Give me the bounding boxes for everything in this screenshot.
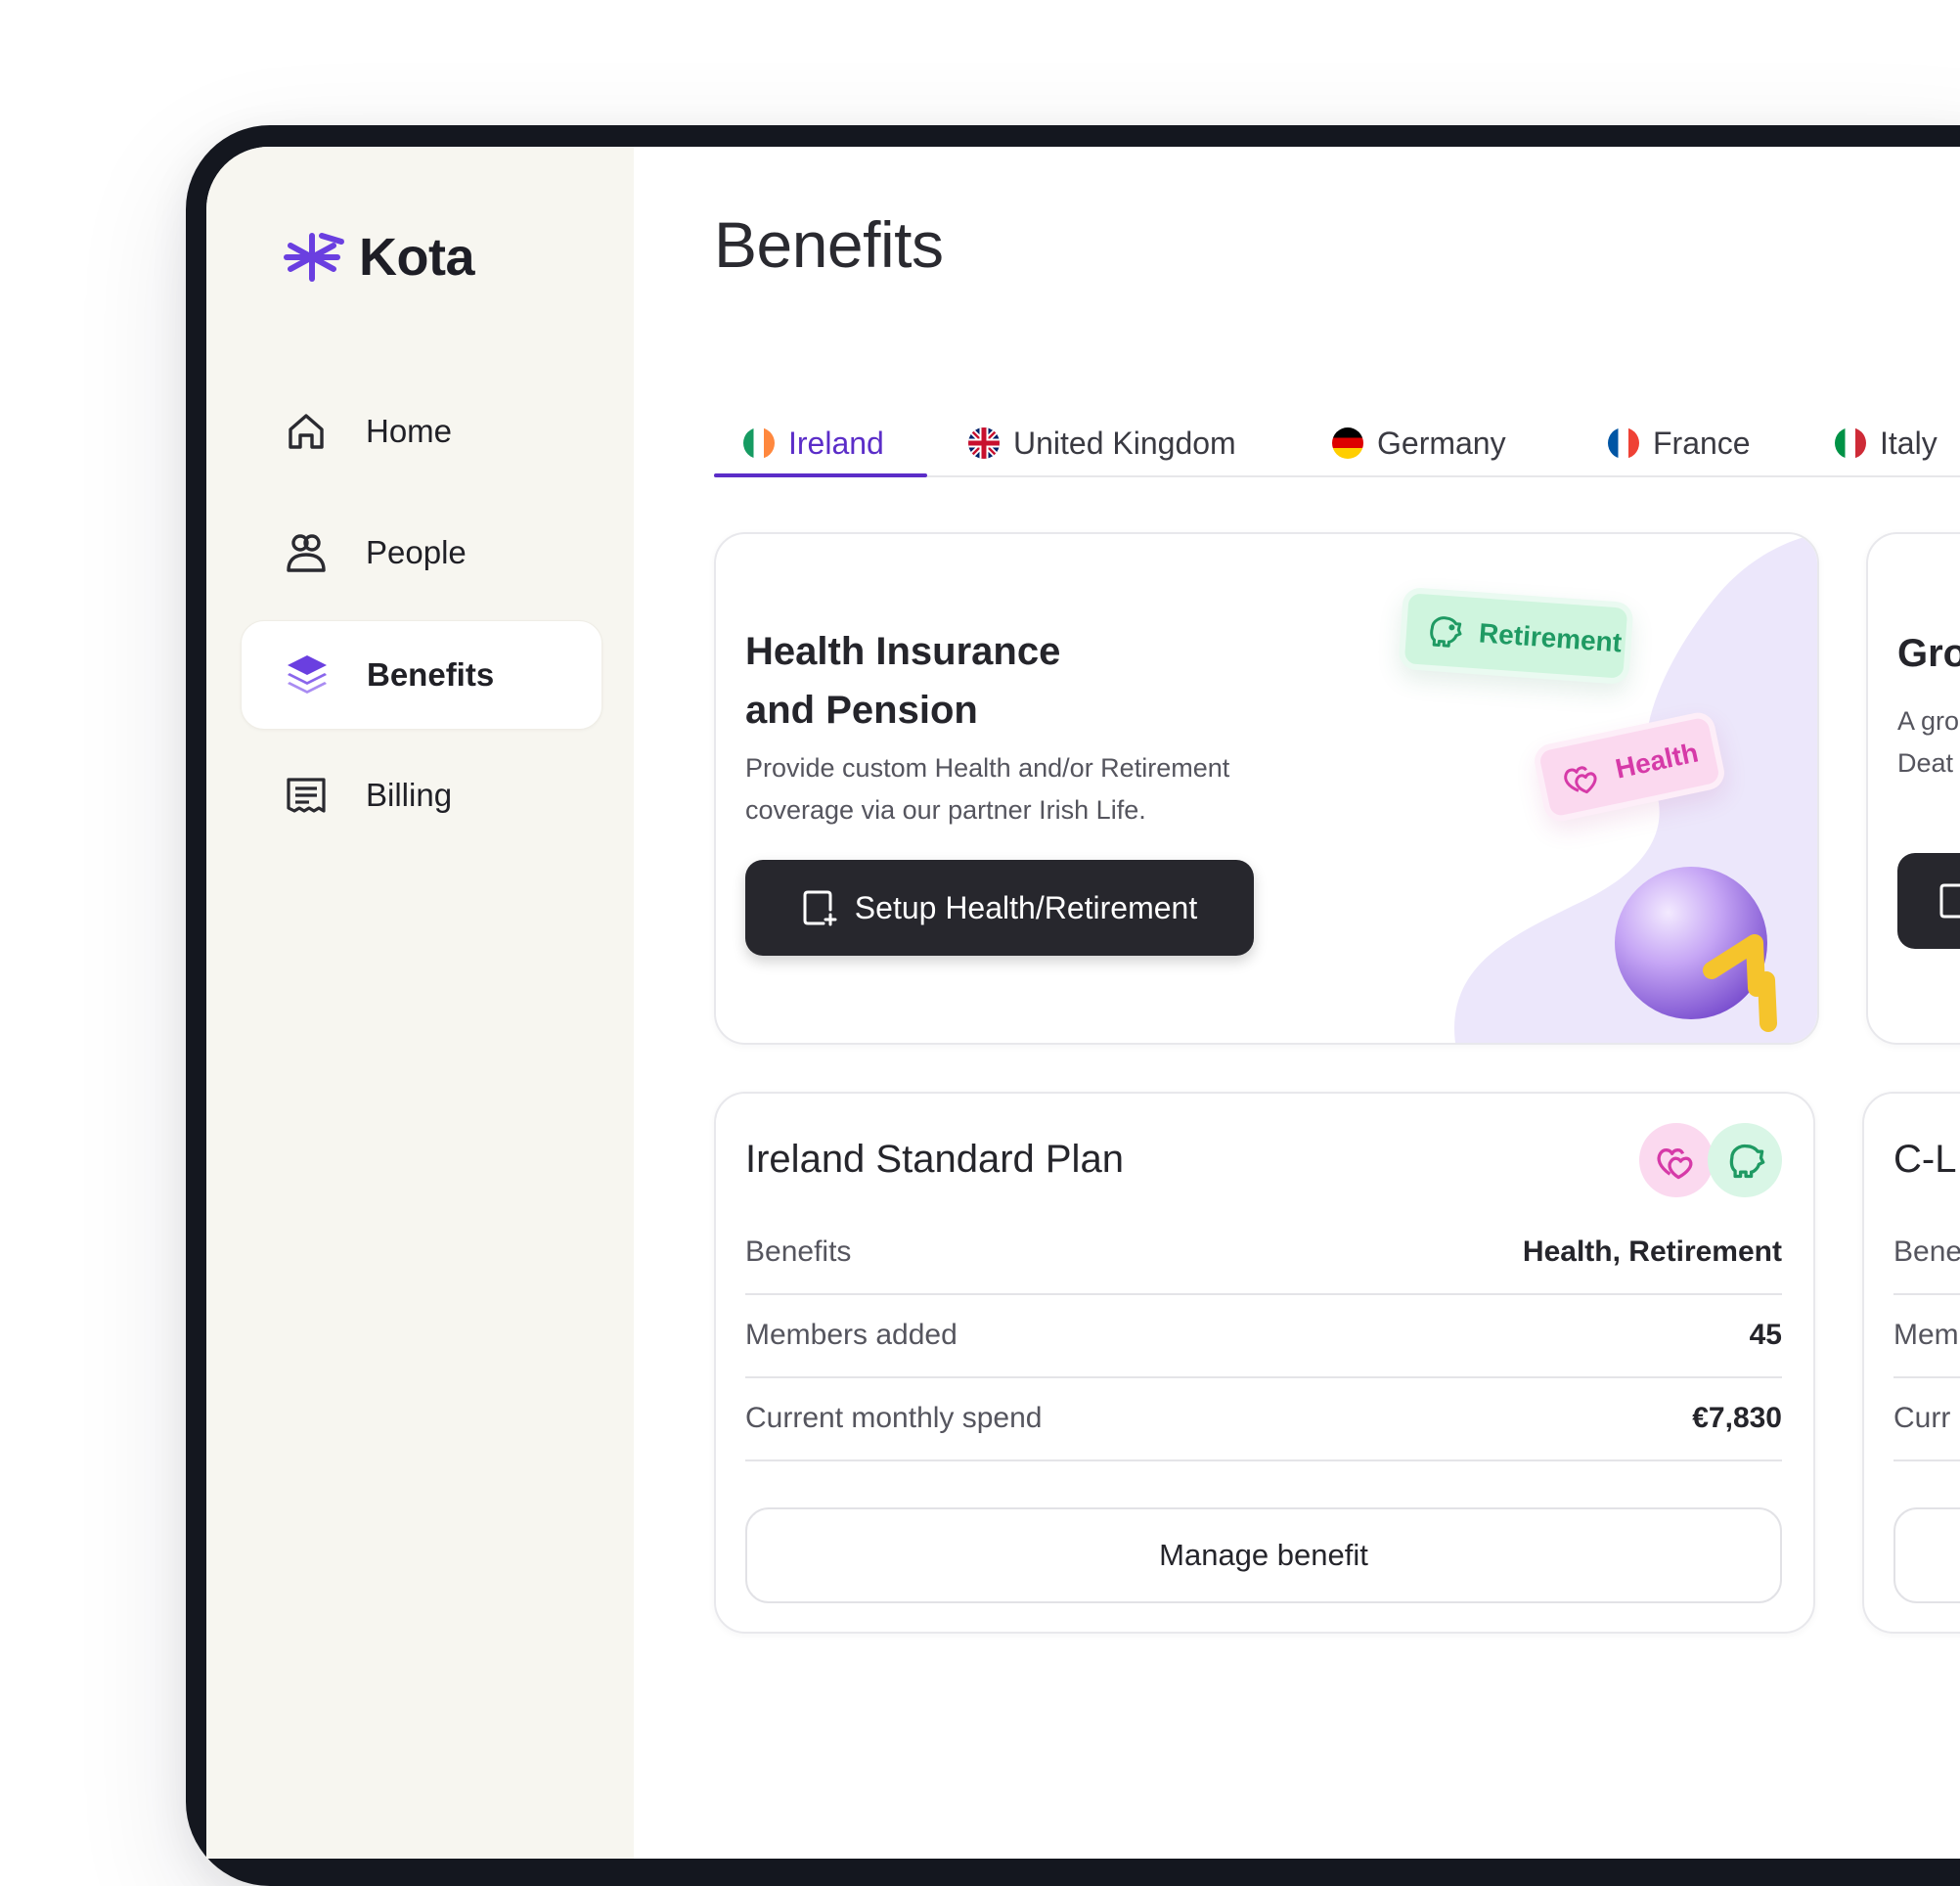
promo-title: Health Insurance and Pension xyxy=(745,622,1234,740)
plan2-manage-button[interactable] xyxy=(1893,1507,1960,1603)
tab-france[interactable]: France xyxy=(1608,411,1751,475)
logo: Kota xyxy=(283,227,475,288)
app-window: Kota Home People Benefits Billing Benefi… xyxy=(206,147,1960,1859)
row-value: Health, Retirement xyxy=(1522,1235,1782,1268)
sidebar-item-label: Benefits xyxy=(367,656,495,693)
sidebar: Kota Home People Benefits Billing xyxy=(206,147,634,1859)
row-key: Curr xyxy=(1893,1402,1951,1434)
row-key: Current monthly spend xyxy=(745,1402,1043,1434)
promo2-description: A gro Deat xyxy=(1897,700,1959,785)
health-pension-promo-card: Retirement Health Health Insurance and P… xyxy=(714,532,1819,1045)
promo2-button[interactable] xyxy=(1897,853,1960,949)
people-icon xyxy=(287,534,326,572)
sidebar-item-home[interactable]: Home xyxy=(241,378,601,485)
manage-benefit-button[interactable]: Manage benefit xyxy=(745,1507,1782,1603)
plan2-row: Bene xyxy=(1893,1211,1960,1295)
plan2-title: C-L xyxy=(1893,1138,1957,1181)
promo-title-line: and Pension xyxy=(745,689,978,732)
sidebar-item-label: Billing xyxy=(366,777,453,813)
tab-label: France xyxy=(1653,425,1751,461)
tab-label: Germany xyxy=(1377,425,1506,461)
health-badge xyxy=(1639,1123,1714,1197)
promo-title-line: Health Insurance xyxy=(745,630,1061,673)
plan-row-monthly-spend: Current monthly spend €7,830 xyxy=(745,1377,1782,1461)
promo-description: Provide custom Health and/or Retirement … xyxy=(745,747,1352,831)
germany-flag-icon xyxy=(1332,427,1363,459)
add-document-icon xyxy=(803,890,837,926)
tab-italy[interactable]: Italy xyxy=(1835,411,1938,475)
tab-germany[interactable]: Germany xyxy=(1332,411,1506,475)
receipt-icon xyxy=(287,778,326,813)
italy-flag-icon xyxy=(1835,427,1866,459)
hearts-icon xyxy=(1657,1148,1693,1180)
add-document-icon xyxy=(1939,883,1960,919)
retirement-chip: Retirement xyxy=(1398,586,1634,686)
group-benefit-promo-card: Gro A gro Deat xyxy=(1866,532,1960,1045)
sidebar-item-people[interactable]: People xyxy=(241,499,601,606)
promo2-description-line: A gro xyxy=(1897,706,1960,736)
tab-label: Ireland xyxy=(788,425,884,461)
promo-description-line: Provide custom Health and/or Retirement xyxy=(745,753,1230,783)
button-label: Setup Health/Retirement xyxy=(854,889,1198,925)
row-key: Benefits xyxy=(745,1235,852,1268)
plan-row-members: Members added 45 xyxy=(745,1294,1782,1378)
plan-benefit-icons xyxy=(1639,1123,1782,1197)
main-content: Benefits Ireland United Kingdom Germany … xyxy=(634,147,1960,1859)
ireland-standard-plan-card: Ireland Standard Plan Benefits Health, R… xyxy=(714,1092,1815,1634)
ireland-flag-icon xyxy=(743,427,775,459)
promo2-title: Gro xyxy=(1897,632,1960,675)
sidebar-item-benefits[interactable]: Benefits xyxy=(241,620,602,730)
piggy-bank-icon xyxy=(1430,616,1462,648)
plan2-row: Curr xyxy=(1893,1377,1960,1461)
country-tabs: Ireland United Kingdom Germany France It… xyxy=(714,411,1960,477)
promo-description-line: coverage via our partner Irish Life. xyxy=(745,795,1146,825)
plan-row-benefits: Benefits Health, Retirement xyxy=(745,1211,1782,1295)
tab-united-kingdom[interactable]: United Kingdom xyxy=(968,411,1236,475)
promo2-description-line: Deat xyxy=(1897,748,1954,778)
tab-ireland[interactable]: Ireland xyxy=(714,411,927,477)
tab-label: United Kingdom xyxy=(1013,425,1236,461)
layers-icon xyxy=(288,655,327,694)
c-l-plan-card: C-L Bene Mem Curr xyxy=(1862,1092,1960,1634)
piggy-bank-icon xyxy=(1729,1144,1765,1179)
row-key: Bene xyxy=(1893,1235,1960,1268)
sidebar-item-billing[interactable]: Billing xyxy=(241,741,601,849)
retirement-badge xyxy=(1708,1123,1782,1197)
row-key: Members added xyxy=(745,1319,958,1351)
plan2-row: Mem xyxy=(1893,1294,1960,1378)
kota-logo-icon xyxy=(284,233,344,282)
plan-title: Ireland Standard Plan xyxy=(745,1138,1124,1181)
sidebar-item-label: People xyxy=(366,534,467,570)
tab-label: Italy xyxy=(1880,425,1938,461)
row-value: 45 xyxy=(1749,1319,1782,1351)
home-icon xyxy=(289,414,324,449)
france-flag-icon xyxy=(1608,427,1639,459)
uk-flag-icon xyxy=(968,427,1000,459)
row-key: Mem xyxy=(1893,1319,1959,1351)
setup-health-retirement-button[interactable]: Setup Health/Retirement xyxy=(745,860,1254,956)
chip-label: Health xyxy=(1612,737,1702,785)
logo-text: Kota xyxy=(359,228,475,287)
hearts-icon xyxy=(1564,766,1597,794)
chip-label: Retirement xyxy=(1478,617,1624,658)
page-title: Benefits xyxy=(714,208,944,281)
sidebar-item-label: Home xyxy=(366,413,453,449)
row-value: €7,830 xyxy=(1692,1402,1782,1434)
